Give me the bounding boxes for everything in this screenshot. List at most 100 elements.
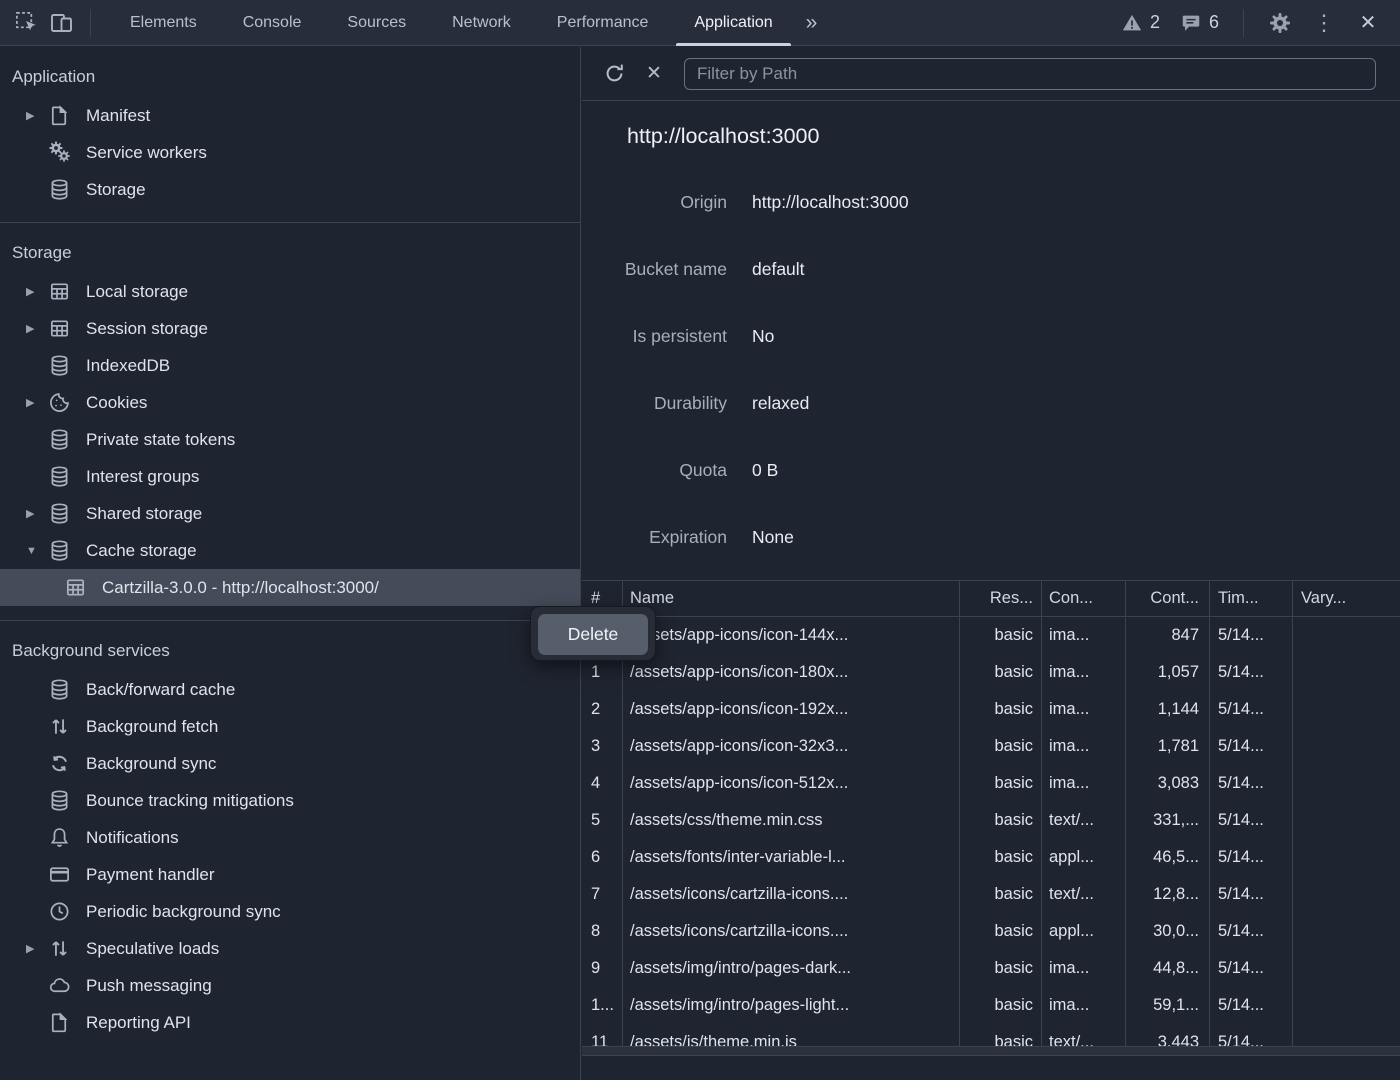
detail-value: http://localhost:3000	[752, 192, 909, 213]
col-header-time-cached[interactable]: Tim...	[1210, 581, 1293, 616]
tree-item-storage[interactable]: Storage	[0, 171, 580, 208]
database-icon	[48, 539, 73, 563]
detail-label: Origin	[582, 192, 727, 213]
table-row[interactable]: 1 /assets/app-icons/icon-180x... basic i…	[582, 654, 1400, 691]
tree-item-session-storage[interactable]: ▶ Session storage	[0, 310, 580, 347]
section-title: Application	[0, 63, 580, 97]
col-header-content-type[interactable]: Con...	[1042, 581, 1126, 616]
context-menu: Delete	[530, 606, 656, 661]
cache-storage-panel: ✕ http://localhost:3000 Origin http://lo…	[582, 47, 1400, 1080]
tree-item-reporting-api[interactable]: Reporting API	[0, 1004, 580, 1041]
table-row[interactable]: 1... /assets/img/intro/pages-light... ba…	[582, 987, 1400, 1024]
tree-item-service-workers[interactable]: Service workers	[0, 134, 580, 171]
detail-label: Quota	[582, 460, 727, 481]
origin-heading: http://localhost:3000	[627, 124, 1400, 149]
message-count: 6	[1209, 12, 1219, 33]
col-header-content-length[interactable]: Cont...	[1126, 581, 1210, 616]
context-menu-delete[interactable]: Delete	[538, 614, 648, 655]
expand-right-icon[interactable]: ▶	[26, 322, 48, 335]
tree-item-label: Periodic background sync	[86, 902, 281, 922]
tree-item-indexeddb[interactable]: IndexedDB	[0, 347, 580, 384]
device-toolbar-icon[interactable]	[44, 0, 80, 46]
tree-item-payment-handler[interactable]: Payment handler	[0, 856, 580, 893]
table-row[interactable]: 0 /assets/app-icons/icon-144x... basic i…	[582, 617, 1400, 654]
updown-arrows-icon	[48, 937, 73, 961]
tree-item-cartzilla-cache[interactable]: Cartzilla-3.0.0 - http://localhost:3000/	[0, 569, 580, 606]
entry-preview-pane	[582, 1056, 1400, 1080]
messages-counter[interactable]: 6	[1174, 12, 1225, 34]
tree-item-shared-storage[interactable]: ▶ Shared storage	[0, 495, 580, 532]
application-sidebar: Application ▶ Manifest Service workers S…	[0, 47, 581, 1080]
section-background-services: Background services Back/forward cache B…	[0, 620, 580, 1055]
tree-item-manifest[interactable]: ▶ Manifest	[0, 97, 580, 134]
tree-item-label: Cache storage	[86, 541, 197, 561]
warning-icon	[1121, 12, 1143, 34]
tree-item-label: Service workers	[86, 143, 207, 163]
bell-icon	[48, 826, 73, 850]
col-header-response-type[interactable]: Res...	[960, 581, 1042, 616]
more-tabs-icon[interactable]: »	[796, 1, 828, 45]
tree-item-private-state-tokens[interactable]: Private state tokens	[0, 421, 580, 458]
tree-item-cache-storage[interactable]: ▼ Cache storage	[0, 532, 580, 569]
tree-item-speculative-loads[interactable]: ▶ Speculative loads	[0, 930, 580, 967]
expand-right-icon[interactable]: ▶	[26, 109, 48, 122]
table-icon	[48, 317, 73, 341]
tree-item-background-fetch[interactable]: Background fetch	[0, 708, 580, 745]
expand-right-icon[interactable]: ▶	[26, 942, 48, 955]
tree-item-periodic-background-sync[interactable]: Periodic background sync	[0, 893, 580, 930]
table-row[interactable]: 9 /assets/img/intro/pages-dark... basic …	[582, 950, 1400, 987]
tab-elements[interactable]: Elements	[107, 0, 220, 46]
tree-item-background-sync[interactable]: Background sync	[0, 745, 580, 782]
expand-right-icon[interactable]: ▶	[26, 285, 48, 298]
filter-toolbar: ✕	[582, 47, 1400, 101]
panel-splitter[interactable]	[582, 1046, 1400, 1056]
document-icon	[48, 104, 73, 128]
col-header-vary-header[interactable]: Vary...	[1293, 581, 1400, 616]
tab-network[interactable]: Network	[429, 0, 534, 46]
filter-by-path-input[interactable]	[684, 58, 1376, 90]
tree-item-notifications[interactable]: Notifications	[0, 819, 580, 856]
tree-item-cookies[interactable]: ▶ Cookies	[0, 384, 580, 421]
toolbar-divider	[1243, 9, 1244, 37]
tree-item-label: Push messaging	[86, 976, 212, 996]
database-icon	[48, 789, 73, 813]
tree-item-back-forward-cache[interactable]: Back/forward cache	[0, 671, 580, 708]
expand-right-icon[interactable]: ▶	[26, 396, 48, 409]
table-row[interactable]: 2 /assets/app-icons/icon-192x... basic i…	[582, 691, 1400, 728]
refresh-icon[interactable]	[598, 58, 630, 90]
collapse-down-icon[interactable]: ▼	[26, 545, 48, 557]
table-row[interactable]: 6 /assets/fonts/inter-variable-l... basi…	[582, 839, 1400, 876]
table-row[interactable]: 7 /assets/icons/cartzilla-icons.... basi…	[582, 876, 1400, 913]
tree-item-push-messaging[interactable]: Push messaging	[0, 967, 580, 1004]
table-row[interactable]: 8 /assets/icons/cartzilla-icons.... basi…	[582, 913, 1400, 950]
tree-item-interest-groups[interactable]: Interest groups	[0, 458, 580, 495]
detail-value: relaxed	[752, 393, 809, 414]
settings-gear-icon[interactable]	[1262, 0, 1298, 46]
table-row[interactable]: 4 /assets/app-icons/icon-512x... basic i…	[582, 765, 1400, 802]
table-row[interactable]: 3 /assets/app-icons/icon-32x3... basic i…	[582, 728, 1400, 765]
warnings-counter[interactable]: 2	[1115, 12, 1166, 34]
close-icon[interactable]: ✕	[1350, 0, 1386, 46]
detail-row-durability: Durability relaxed	[582, 370, 1400, 437]
tab-performance[interactable]: Performance	[534, 0, 672, 46]
database-icon	[48, 178, 73, 202]
section-title: Storage	[0, 239, 580, 273]
tab-application[interactable]: Application	[671, 0, 795, 46]
table-row-partial[interactable]: 11 /assets/js/theme.min.js basic text/..…	[582, 1024, 1400, 1046]
clear-icon[interactable]: ✕	[638, 58, 670, 90]
database-icon	[48, 502, 73, 526]
tree-item-local-storage[interactable]: ▶ Local storage	[0, 273, 580, 310]
tab-console[interactable]: Console	[220, 0, 325, 46]
col-header-name[interactable]: Name	[623, 581, 960, 616]
tab-sources[interactable]: Sources	[324, 0, 429, 46]
tree-item-label: IndexedDB	[86, 356, 170, 376]
detail-value: No	[752, 326, 774, 347]
database-icon	[48, 428, 73, 452]
tree-item-label: Speculative loads	[86, 939, 219, 959]
inspect-element-icon[interactable]	[8, 0, 44, 46]
tree-item-bounce-tracking[interactable]: Bounce tracking mitigations	[0, 782, 580, 819]
kebab-menu-icon[interactable]: ⋮	[1306, 0, 1342, 46]
tree-item-label: Cartzilla-3.0.0 - http://localhost:3000/	[102, 578, 379, 598]
table-row[interactable]: 5 /assets/css/theme.min.css basic text/.…	[582, 802, 1400, 839]
expand-right-icon[interactable]: ▶	[26, 507, 48, 520]
